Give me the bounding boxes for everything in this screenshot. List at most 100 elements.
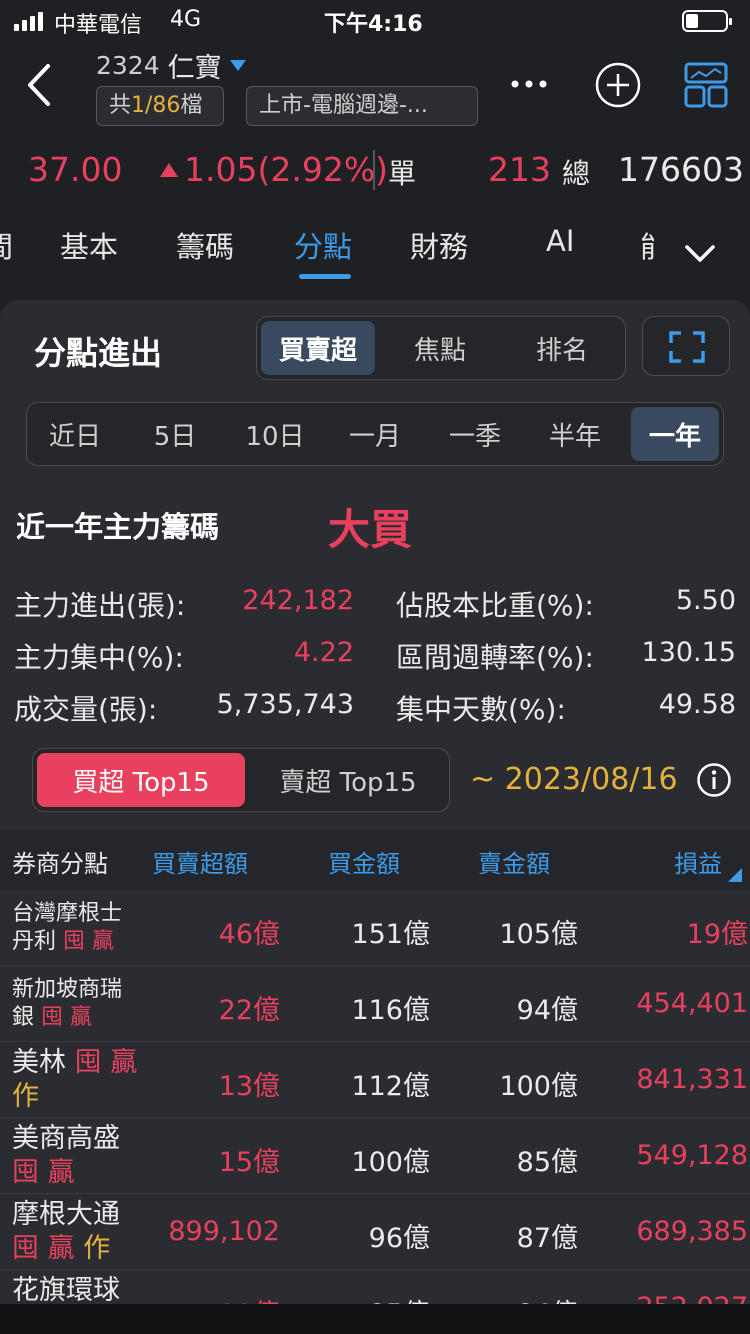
table-row[interactable]: 花旗環球 11億 85億 84億 252,027	[0, 1270, 750, 1304]
net-amount: 899,102	[168, 1216, 280, 1247]
expand-tabs-button[interactable]	[682, 238, 718, 268]
sell-amount: 94億	[516, 995, 578, 1026]
stat-value: 242,182	[242, 585, 354, 616]
category-chip[interactable]: 上市-電腦週邊-...	[246, 86, 478, 126]
col-net[interactable]: 買賣超額	[152, 844, 248, 879]
watchlist-count-chip[interactable]: 共1/86檔	[96, 86, 224, 126]
signal-icon	[14, 12, 43, 31]
clock: 下午4:16	[324, 12, 423, 37]
broker-name: 美林	[12, 1047, 66, 1078]
stock-selector[interactable]: 2324 仁寶	[96, 46, 246, 85]
add-watchlist-button[interactable]	[594, 61, 642, 109]
stat-label: 主力進出(張):	[14, 589, 186, 622]
col-sell[interactable]: 賣金額	[478, 844, 550, 879]
col-broker[interactable]: 券商分點	[12, 844, 108, 879]
table-row[interactable]: 美林 囤 贏 作 13億 112億 100億 841,331	[0, 1042, 750, 1118]
table-row[interactable]: 摩根大通 囤 贏 作 899,102 96億 87億 689,385	[0, 1194, 750, 1270]
mode-segment: 買賣超 焦點 排名	[256, 316, 626, 380]
broker-name: 花旗環球	[12, 1275, 120, 1304]
tag-win: 贏	[70, 1005, 93, 1030]
buy-amount: 85億	[369, 1292, 430, 1304]
sell-top15-button[interactable]: 賣超 Top15	[253, 749, 443, 811]
sort-indicator-icon	[728, 868, 742, 882]
stat-label: 集中天數(%):	[396, 693, 566, 726]
period-5d[interactable]: 5日	[131, 403, 219, 465]
active-tab-indicator	[299, 274, 351, 279]
more-button[interactable]	[504, 62, 554, 102]
tag-operate: 作	[12, 1081, 39, 1112]
tag-hoard: 囤	[41, 1005, 64, 1030]
section-title: 分點進出	[34, 334, 163, 372]
sell-amount: 87億	[516, 1223, 578, 1254]
date-range: ~ 2023/08/16	[470, 762, 678, 797]
divider	[373, 150, 375, 190]
single-label: 單	[388, 157, 417, 190]
broker-name: 摩根大通	[12, 1199, 120, 1230]
layout-button[interactable]	[684, 62, 728, 108]
stat-value: 5,735,743	[216, 689, 354, 720]
broker-cell: 美商高盛 囤 贏	[12, 1122, 142, 1190]
col-buy[interactable]: 買金額	[328, 844, 400, 879]
col-pnl[interactable]: 損益	[674, 844, 722, 879]
tab-basic[interactable]: 基本	[60, 224, 118, 266]
tab-chips[interactable]: 籌碼	[176, 224, 234, 266]
info-icon	[697, 763, 731, 797]
last-price: 37.00	[28, 150, 123, 189]
back-button[interactable]	[20, 60, 60, 110]
pnl-amount: 252,027	[636, 1292, 748, 1304]
broker-cell: 美林 囤 贏 作	[12, 1046, 142, 1114]
broker-cell: 台灣摩根士丹利 囤 贏	[12, 900, 142, 956]
tab-ai[interactable]: AI	[546, 224, 574, 258]
period-1y[interactable]: 一年	[631, 407, 719, 461]
table-row[interactable]: 台灣摩根士丹利 囤 贏 46億 151億 105億 19億	[0, 890, 750, 966]
buy-amount: 96億	[368, 1223, 430, 1254]
net-amount: 13億	[218, 1071, 280, 1102]
stat-value: 49.58	[658, 689, 736, 720]
period-1m[interactable]: 一月	[331, 403, 419, 465]
period-segment: 近日 5日 10日 一月 一季 半年 一年	[26, 402, 724, 466]
single-volume: 213	[488, 150, 551, 189]
sell-amount: 84億	[517, 1292, 578, 1304]
stat-value: 130.15	[641, 637, 736, 668]
net-amount: 11億	[219, 1292, 280, 1304]
mode-focus[interactable]: 焦點	[381, 317, 499, 379]
summary-verdict: 大買	[328, 505, 413, 554]
period-10d[interactable]: 10日	[231, 403, 319, 465]
tag-hoard: 囤	[63, 929, 86, 954]
table-header: 券商分點 買賣超額 買金額 賣金額 損益	[0, 830, 750, 890]
tab-partial-right[interactable]: 能	[640, 224, 654, 266]
tag-win: 贏	[47, 1233, 75, 1264]
period-recent[interactable]: 近日	[31, 403, 119, 465]
table-row[interactable]: 新加坡商瑞銀 囤 贏 22億 116億 94億 454,401	[0, 966, 750, 1042]
period-6m[interactable]: 半年	[531, 403, 619, 465]
stat-label: 主力集中(%):	[14, 641, 184, 674]
pnl-amount: 841,331	[636, 1064, 748, 1095]
total-label: 總	[562, 157, 591, 190]
total-volume: 176603	[618, 150, 744, 189]
stat-value: 4.22	[293, 637, 354, 668]
network-label: 4G	[170, 7, 202, 32]
period-1q[interactable]: 一季	[431, 403, 519, 465]
tag-hoard: 囤	[12, 1233, 39, 1264]
buy-amount: 116億	[351, 995, 430, 1026]
pnl-amount: 19億	[686, 919, 748, 950]
tab-finance[interactable]: 財務	[410, 224, 468, 266]
info-button[interactable]	[696, 762, 732, 798]
net-amount: 15億	[218, 1147, 280, 1178]
price-change: 1.05(2.92%)	[160, 150, 388, 189]
stat-value: 5.50	[675, 585, 736, 616]
tag-win: 贏	[92, 929, 115, 954]
tab-partial-left[interactable]: 間	[0, 224, 13, 266]
mode-ranking[interactable]: 排名	[503, 317, 621, 379]
mode-buy-sell[interactable]: 買賣超	[261, 321, 375, 375]
buy-amount: 100億	[351, 1147, 430, 1178]
buy-amount: 151億	[351, 919, 430, 950]
buy-top15-button[interactable]: 買超 Top15	[37, 753, 245, 807]
broker-cell: 新加坡商瑞銀 囤 贏	[12, 976, 142, 1032]
table-row[interactable]: 美商高盛 囤 贏 15億 100億 85億 549,128	[0, 1118, 750, 1194]
fullscreen-button[interactable]	[642, 316, 730, 376]
count-prefix: 共	[109, 93, 132, 118]
tab-branches[interactable]: 分點	[294, 224, 352, 266]
pnl-amount: 549,128	[636, 1140, 748, 1171]
broker-name: 新加坡商瑞銀	[12, 977, 123, 1030]
